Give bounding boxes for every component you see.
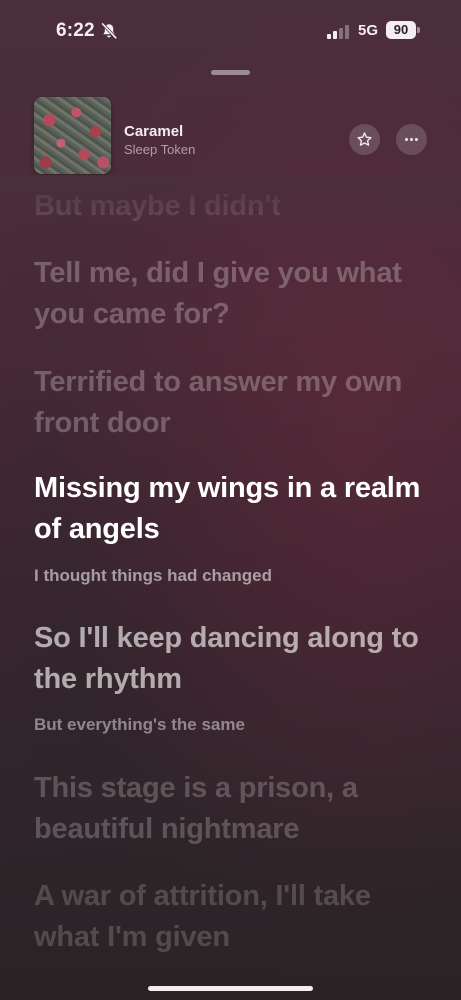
more-options-button[interactable] <box>396 124 427 155</box>
status-bar: 6:22 5G 90 <box>0 0 461 62</box>
lyric-background-vocal[interactable]: But everything's the same <box>34 714 434 736</box>
album-artwork <box>34 97 111 174</box>
lyric-background-vocal[interactable]: I thought things had changed <box>34 565 434 587</box>
lyric-line-past[interactable]: Terrified to answer my own front door <box>34 362 434 444</box>
battery-level: 90 <box>386 21 416 39</box>
sheet-grabber[interactable] <box>211 70 250 75</box>
home-indicator[interactable] <box>148 986 313 991</box>
lyric-line-past[interactable]: But maybe I didn't <box>34 186 434 227</box>
status-time: 6:22 <box>56 20 95 41</box>
ellipsis-icon <box>405 138 418 141</box>
bell-slash-icon <box>101 22 117 39</box>
lyric-line-past[interactable]: Tell me, did I give you what you came fo… <box>34 253 434 335</box>
lyric-line-upcoming[interactable]: So I'll keep dancing along to the rhythm <box>34 618 434 700</box>
network-type: 5G <box>358 22 379 39</box>
lyric-line-upcoming[interactable]: A war of attrition, I'll take what I'm g… <box>34 876 434 958</box>
favorite-button[interactable] <box>349 124 380 155</box>
cellular-signal-icon <box>327 25 349 39</box>
star-icon <box>357 132 372 146</box>
lyric-line-upcoming[interactable]: This stage is a prison, a beautiful nigh… <box>34 768 434 850</box>
battery-cap <box>417 27 420 33</box>
song-title: Caramel <box>124 123 184 140</box>
battery-icon: 90 <box>386 21 421 39</box>
lyric-line-active[interactable]: Missing my wings in a realm of angels <box>34 468 434 550</box>
song-artist[interactable]: Sleep Token <box>124 142 195 157</box>
